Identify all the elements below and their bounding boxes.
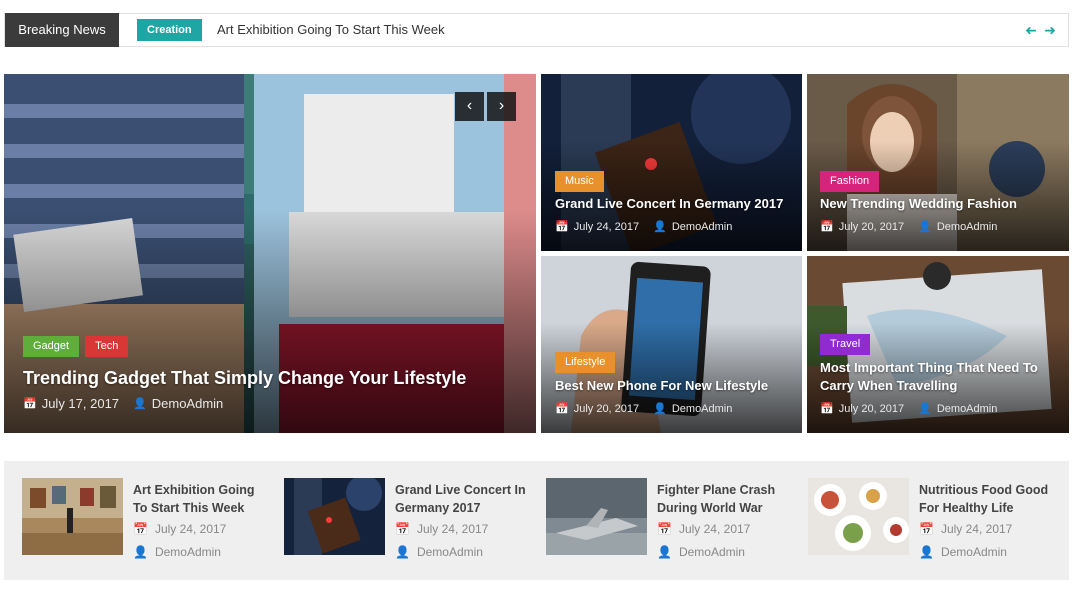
recent-post-title[interactable]: Art Exhibition Going To Start This Week: [133, 481, 271, 517]
user-icon: 👤: [653, 221, 667, 233]
calendar-icon: 📅: [820, 221, 834, 233]
post-date: July 24, 2017: [154, 522, 227, 536]
tile-title[interactable]: Grand Live Concert In Germany 2017: [555, 195, 795, 212]
post-date: July 24, 2017: [573, 220, 640, 233]
tile-title[interactable]: New Trending Wedding Fashion: [820, 195, 1060, 212]
breaking-news-label: Breaking News: [5, 13, 119, 47]
user-icon: 👤: [657, 545, 672, 559]
recent-post-author: 👤 DemoAdmin: [919, 545, 1007, 559]
post-author[interactable]: DemoAdmin: [937, 221, 998, 233]
calendar-icon: 📅: [820, 403, 834, 415]
hero-title[interactable]: Trending Gadget That Simply Change Your …: [23, 367, 523, 389]
tile-meta: 📅 July 24, 2017 👤 DemoAdmin: [555, 220, 733, 234]
calendar-icon: 📅: [919, 522, 934, 536]
tile-categories: Fashion: [820, 171, 880, 192]
ticker-headline-link[interactable]: Art Exhibition Going To Start This Week: [217, 14, 445, 46]
hero-post[interactable]: ‹ › Gadget Tech Trending Gadget That Sim…: [4, 74, 536, 433]
recent-post-title[interactable]: Grand Live Concert In Germany 2017: [395, 481, 533, 517]
post-author[interactable]: DemoAdmin: [937, 403, 998, 415]
post-author[interactable]: DemoAdmin: [155, 545, 221, 559]
concert-thumbnail[interactable]: [284, 478, 385, 555]
featured-post[interactable]: Fashion New Trending Wedding Fashion 📅 Ju…: [807, 74, 1069, 251]
art-exhibition-thumbnail[interactable]: [22, 478, 123, 555]
post-date: July 20, 2017: [838, 220, 905, 233]
recent-post-author: 👤 DemoAdmin: [133, 545, 221, 559]
plane-crash-thumbnail[interactable]: [546, 478, 647, 555]
category-badge[interactable]: Travel: [820, 334, 871, 355]
post-author[interactable]: DemoAdmin: [417, 545, 483, 559]
recent-posts-strip: Art Exhibition Going To Start This Week …: [4, 461, 1069, 580]
recent-post-card[interactable]: Nutritious Food Good For Healthy Life 📅 J…: [808, 478, 1058, 559]
arrow-right-icon[interactable]: ➜: [1044, 22, 1056, 38]
tile-categories: Music: [555, 171, 604, 192]
post-date: July 24, 2017: [416, 522, 489, 536]
hero-meta: 📅 July 17, 2017 👤 DemoAdmin: [23, 396, 223, 411]
calendar-icon: 📅: [133, 522, 148, 536]
post-date: July 17, 2017: [41, 396, 120, 411]
recent-post-card[interactable]: Grand Live Concert In Germany 2017 📅 July…: [284, 478, 534, 559]
tile-meta: 📅 July 20, 2017 👤 DemoAdmin: [820, 402, 998, 416]
recent-post-date: 📅 July 24, 2017: [919, 522, 1012, 536]
ticker-controls: ➜ ➜: [1025, 22, 1056, 38]
tile-meta: 📅 July 20, 2017 👤 DemoAdmin: [555, 402, 733, 416]
tile-categories: Travel: [820, 334, 871, 355]
recent-post-card[interactable]: Art Exhibition Going To Start This Week …: [22, 478, 272, 559]
user-icon: 👤: [918, 403, 932, 415]
post-date: July 20, 2017: [838, 402, 905, 415]
category-badge-tech[interactable]: Tech: [85, 336, 129, 357]
post-author[interactable]: DemoAdmin: [672, 403, 733, 415]
user-icon: 👤: [653, 403, 667, 415]
post-author[interactable]: DemoAdmin: [672, 221, 733, 233]
category-badge[interactable]: Lifestyle: [555, 352, 616, 373]
featured-post[interactable]: Lifestyle Best New Phone For New Lifesty…: [541, 256, 802, 433]
recent-post-title[interactable]: Fighter Plane Crash During World War: [657, 481, 795, 517]
post-date: July 20, 2017: [573, 402, 640, 415]
tile-title[interactable]: Best New Phone For New Lifestyle: [555, 377, 795, 394]
tile-title[interactable]: Most Important Thing That Need To Carry …: [820, 359, 1060, 395]
recent-post-date: 📅 July 24, 2017: [133, 522, 226, 536]
featured-post[interactable]: Music Grand Live Concert In Germany 2017…: [541, 74, 802, 251]
calendar-icon: 📅: [555, 403, 569, 415]
user-icon: 👤: [133, 545, 148, 559]
recent-post-author: 👤 DemoAdmin: [657, 545, 745, 559]
recent-post-card[interactable]: Fighter Plane Crash During World War 📅 Ju…: [546, 478, 796, 559]
post-author[interactable]: DemoAdmin: [941, 545, 1007, 559]
post-date: July 24, 2017: [678, 522, 751, 536]
user-icon: 👤: [395, 545, 410, 559]
recent-post-author: 👤 DemoAdmin: [395, 545, 483, 559]
user-icon: 👤: [918, 221, 932, 233]
calendar-icon: 📅: [23, 398, 37, 410]
post-author[interactable]: DemoAdmin: [152, 396, 224, 411]
chevron-left-icon[interactable]: ‹: [455, 92, 484, 121]
user-icon: 👤: [133, 398, 147, 410]
category-badge[interactable]: Music: [555, 171, 604, 192]
calendar-icon: 📅: [395, 522, 410, 536]
ticker-category-badge[interactable]: Creation: [137, 19, 202, 41]
recent-post-title[interactable]: Nutritious Food Good For Healthy Life: [919, 481, 1057, 517]
arrow-left-icon[interactable]: ➜: [1025, 22, 1037, 38]
hero-slider-nav: ‹ ›: [455, 92, 516, 121]
tile-meta: 📅 July 20, 2017 👤 DemoAdmin: [820, 220, 998, 234]
calendar-icon: 📅: [555, 221, 569, 233]
recent-post-date: 📅 July 24, 2017: [395, 522, 488, 536]
user-icon: 👤: [919, 545, 934, 559]
post-date: July 24, 2017: [940, 522, 1013, 536]
recent-post-date: 📅 July 24, 2017: [657, 522, 750, 536]
post-author[interactable]: DemoAdmin: [679, 545, 745, 559]
hero-categories: Gadget Tech: [23, 336, 129, 357]
tile-categories: Lifestyle: [555, 352, 616, 373]
food-thumbnail[interactable]: [808, 478, 909, 555]
featured-post[interactable]: Travel Most Important Thing That Need To…: [807, 256, 1069, 433]
calendar-icon: 📅: [657, 522, 672, 536]
category-badge-gadget[interactable]: Gadget: [23, 336, 80, 357]
category-badge[interactable]: Fashion: [820, 171, 880, 192]
breaking-news-bar: Breaking News Creation Art Exhibition Go…: [4, 13, 1069, 47]
chevron-right-icon[interactable]: ›: [487, 92, 516, 121]
